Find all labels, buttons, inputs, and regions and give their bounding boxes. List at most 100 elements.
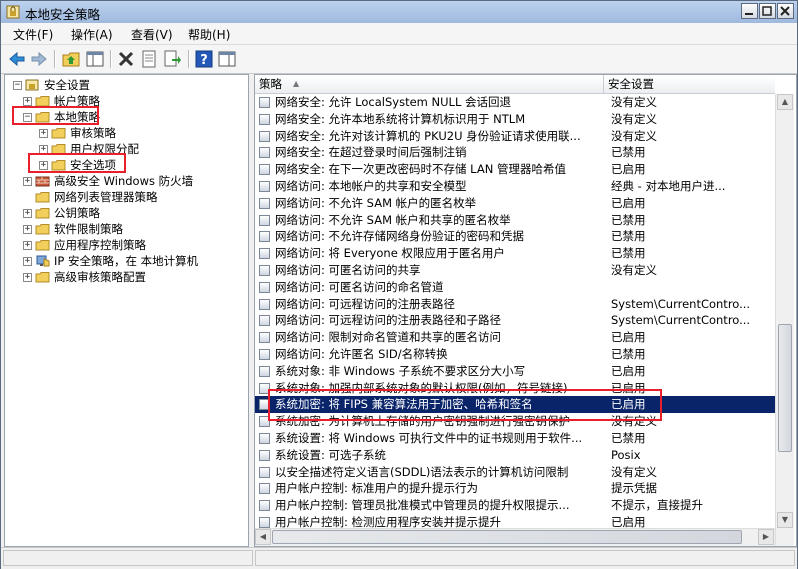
maximize-button[interactable]	[759, 3, 776, 19]
policy-name: 网络访问: 可远程访问的注册表路径	[275, 296, 456, 311]
close-icon	[780, 6, 790, 16]
tree-item[interactable]: − 安全设置	[5, 77, 248, 93]
folder-icon	[35, 272, 50, 283]
scroll-up-arrow[interactable]: ▲	[777, 94, 793, 110]
scroll-left-arrow[interactable]: ◀	[255, 529, 271, 545]
sort-ascending-icon: ▲	[293, 79, 300, 88]
expand-icon[interactable]: +	[39, 129, 48, 138]
export-list-icon[interactable]	[162, 49, 182, 69]
policy-setting: 已禁用	[611, 246, 646, 261]
policy-row[interactable]: 网络安全: 在下一次更改密码时不存储 LAN 管理器哈希值 已启用	[255, 161, 775, 178]
minimize-button[interactable]	[741, 3, 758, 19]
expand-icon[interactable]: +	[23, 97, 32, 106]
tree-item[interactable]: + 高级审核策略配置	[5, 269, 248, 285]
policy-row[interactable]: 网络访问: 本地帐户的共享和安全模型 经典 - 对本地用户进...	[255, 178, 775, 195]
policy-setting: System\CurrentContro...	[611, 296, 751, 311]
policy-icon	[259, 231, 270, 243]
close-button[interactable]	[777, 3, 794, 19]
back-icon[interactable]	[7, 49, 27, 69]
expand-icon[interactable]: +	[23, 257, 32, 266]
tree-item-label: 安全设置	[44, 78, 90, 92]
help-icon[interactable]: ?	[194, 49, 214, 69]
tree-item[interactable]: + 软件限制策略	[5, 221, 248, 237]
expand-icon[interactable]: +	[23, 241, 32, 250]
vertical-scrollbar[interactable]: ▲ ▼	[775, 94, 794, 546]
tree-item[interactable]: + 应用程序控制策略	[5, 237, 248, 253]
policy-setting: 已禁用	[611, 212, 646, 227]
policy-setting: 已禁用	[611, 229, 646, 244]
tree-item[interactable]: + 高级安全 Windows 防火墙	[5, 173, 248, 189]
policy-row[interactable]: 网络访问: 允许匿名 SID/名称转换 已禁用	[255, 346, 775, 363]
collapse-icon[interactable]: −	[13, 81, 22, 90]
tree-item[interactable]: + IP 安全策略，在 本地计算机	[5, 253, 248, 269]
svg-text:?: ?	[200, 53, 208, 68]
policy-row[interactable]: 网络安全: 允许对该计算机的 PKU2U 身份验证请求使用联... 没有定义	[255, 128, 775, 145]
tree-item-label: 审核策略	[70, 126, 116, 140]
policy-name: 系统设置: 可选子系统	[275, 447, 387, 462]
policy-row[interactable]: 网络访问: 可匿名访问的共享 没有定义	[255, 262, 775, 279]
horizontal-scroll-thumb[interactable]	[272, 530, 742, 544]
menu-help[interactable]: 帮助(H)	[188, 26, 230, 43]
policy-row[interactable]: 系统设置: 可选子系统 Posix	[255, 447, 775, 464]
main-window: 本地安全策略 文件(F) 操作(A) 查看(V) 帮助(H) ? − 安全设置 …	[0, 0, 798, 569]
show-action-pane-icon[interactable]	[217, 49, 237, 69]
title-bar[interactable]: 本地安全策略	[1, 1, 797, 24]
policy-row[interactable]: 网络安全: 允许 LocalSystem NULL 会话回退 没有定义	[255, 94, 775, 111]
column-header-setting[interactable]: 安全设置	[604, 75, 775, 94]
scroll-down-arrow[interactable]: ▼	[777, 512, 793, 528]
maximize-icon	[762, 6, 772, 16]
expand-icon[interactable]: +	[23, 225, 32, 234]
policy-setting: 已禁用	[611, 347, 646, 361]
window-title: 本地安全策略	[25, 7, 101, 22]
policy-icon	[259, 433, 270, 444]
show-hide-tree-icon[interactable]	[85, 49, 105, 69]
properties-icon[interactable]	[139, 49, 159, 69]
policy-row[interactable]: 网络安全: 在超过登录时间后强制注销 已禁用	[255, 144, 775, 161]
policy-row[interactable]: 网络安全: 允许本地系统将计算机标识用于 NTLM 没有定义	[255, 111, 775, 128]
policy-row[interactable]: 网络访问: 可远程访问的注册表路径和子路径 System\CurrentContr…	[255, 312, 775, 329]
policy-row[interactable]: 网络访问: 不允许 SAM 帐户的匿名枚举 已启用	[255, 195, 775, 212]
policy-row[interactable]: 网络访问: 不允许 SAM 帐户和共享的匿名枚举 已禁用	[255, 212, 775, 229]
policy-name: 网络安全: 允许对该计算机的 PKU2U 身份验证请求使用联...	[275, 128, 581, 143]
policy-icon	[259, 483, 270, 495]
policy-icon	[259, 248, 270, 260]
policy-row[interactable]: 网络访问: 可匿名访问的命名管道	[255, 279, 775, 296]
menu-file[interactable]: 文件(F)	[13, 26, 53, 43]
expand-icon[interactable]: +	[23, 177, 32, 186]
up-folder-icon[interactable]	[61, 49, 81, 69]
menu-action[interactable]: 操作(A)	[71, 26, 113, 43]
policy-row[interactable]: 系统对象: 非 Windows 子系统不要求区分大小写 已启用	[255, 363, 775, 380]
policy-name: 系统设置: 将 Windows 可执行文件中的证书规则用于软件...	[275, 431, 583, 445]
menu-view[interactable]: 查看(V)	[131, 26, 173, 43]
policy-row[interactable]: 网络访问: 将 Everyone 权限应用于匿名用户 已禁用	[255, 245, 775, 262]
policy-row[interactable]: 系统设置: 将 Windows 可执行文件中的证书规则用于软件... 已禁用	[255, 430, 775, 447]
policy-icon	[259, 265, 270, 276]
policy-row[interactable]: 网络访问: 可远程访问的注册表路径 System\CurrentContro...	[255, 296, 775, 313]
tree-item[interactable]: + 公钥策略	[5, 205, 248, 221]
policy-setting: 没有定义	[611, 128, 657, 143]
policy-row[interactable]: 网络访问: 限制对命名管道和共享的匿名访问 已启用	[255, 329, 775, 346]
tree-item[interactable]: 网络列表管理器策略	[5, 189, 248, 205]
vertical-scroll-thumb[interactable]	[778, 324, 792, 452]
horizontal-scrollbar[interactable]: ◀ ▶	[255, 528, 775, 546]
tree-item[interactable]: + 审核策略	[5, 125, 248, 141]
expand-icon[interactable]: +	[23, 273, 32, 282]
console-tree[interactable]: − 安全设置 + 帐户策略 − 本地策略 + 审核策略 + 用户权限分配 + 安全选项 + 高级安全 Wi…	[4, 74, 249, 547]
policy-icon	[259, 214, 270, 226]
column-header-policy-label: 策略	[259, 77, 282, 91]
delete-icon[interactable]	[116, 49, 136, 69]
forward-icon[interactable]	[29, 49, 49, 69]
policy-icon	[259, 147, 270, 159]
policy-row[interactable]: 用户帐户控制: 管理员批准模式中管理员的提升权限提示... 不提示，直接提升	[255, 497, 775, 514]
expand-icon[interactable]: +	[23, 209, 32, 218]
scroll-right-arrow[interactable]: ▶	[758, 529, 774, 545]
toolbar-separator	[188, 50, 190, 68]
policy-row[interactable]: 用户帐户控制: 标准用户的提升提示行为 提示凭据	[255, 480, 775, 497]
policy-icon	[259, 332, 270, 344]
policy-row[interactable]: 网络访问: 不允许存储网络身份验证的密码和凭据 已禁用	[255, 228, 775, 245]
policy-icon	[259, 349, 270, 360]
column-header-policy[interactable]: 策略 ▲	[255, 75, 604, 94]
policy-row[interactable]: 以安全描述符定义语言(SDDL)语法表示的计算机访问限制 没有定义	[255, 464, 775, 481]
policy-list[interactable]: 策略 ▲ 安全设置 网络安全: 允许 LocalSystem NULL 会话回退…	[254, 74, 797, 547]
policy-name: 网络安全: 在超过登录时间后强制注销	[275, 145, 467, 160]
